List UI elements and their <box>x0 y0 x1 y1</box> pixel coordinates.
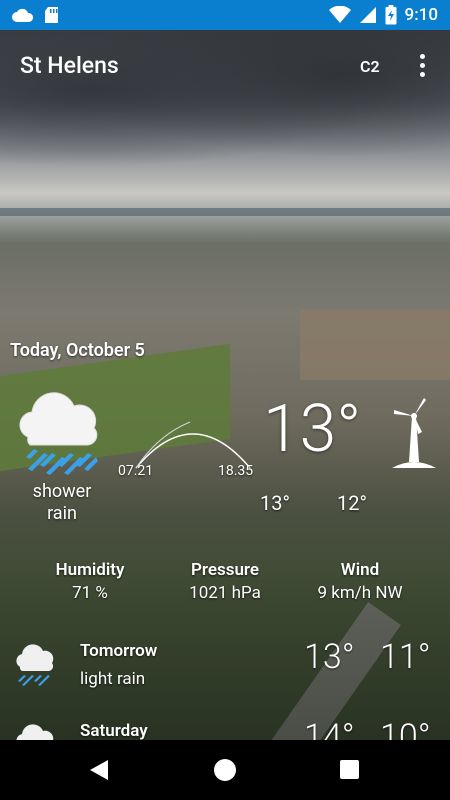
navigation-bar <box>0 740 450 800</box>
signal-icon <box>359 7 376 23</box>
humidity-stat: Humidity 71 % <box>55 560 125 603</box>
forecast-low-temp: 11° <box>380 637 431 677</box>
shower-rain-icon <box>19 392 98 475</box>
overflow-menu-icon[interactable] <box>412 52 432 80</box>
sunrise-time: 07.21 <box>118 463 154 479</box>
sunset-time: 18.35 <box>218 463 254 479</box>
recent-apps-icon[interactable] <box>340 760 359 779</box>
app-bar: St Helens C2 <box>0 30 450 102</box>
today-high-temp: 13° <box>260 491 290 515</box>
today-low-temp: 12° <box>337 491 367 515</box>
sd-card-icon <box>45 7 58 23</box>
wind-turbine-icon <box>392 398 436 468</box>
forecast-day-label: Saturday <box>80 721 148 741</box>
forecast-condition: light rain <box>80 669 146 689</box>
sun-path-arc <box>135 421 251 469</box>
forecast-high-temp: 13° <box>304 637 355 677</box>
today-date: Today, October 5 <box>10 340 145 361</box>
forecast-day-label: Tomorrow <box>80 641 158 661</box>
battery-charging-icon <box>385 5 397 25</box>
forecast-row-tomorrow[interactable]: Tomorrow light rain 13° 11° <box>0 637 450 721</box>
light-rain-icon <box>16 644 54 686</box>
today-condition: shower rain <box>32 481 92 524</box>
unit-toggle-button[interactable]: C2 <box>360 57 380 76</box>
pressure-stat: Pressure 1021 hPa <box>189 560 261 603</box>
cloud-notification-icon <box>12 8 34 22</box>
city-title[interactable]: St Helens <box>20 52 119 79</box>
back-icon[interactable] <box>88 759 110 781</box>
wifi-icon <box>328 6 351 23</box>
home-icon[interactable] <box>214 759 236 781</box>
current-temperature: 13° <box>263 391 362 468</box>
status-bar: 9:10 <box>0 0 450 30</box>
wind-stat: Wind 9 km/h NW <box>317 560 403 603</box>
clock: 9:10 <box>404 5 438 25</box>
